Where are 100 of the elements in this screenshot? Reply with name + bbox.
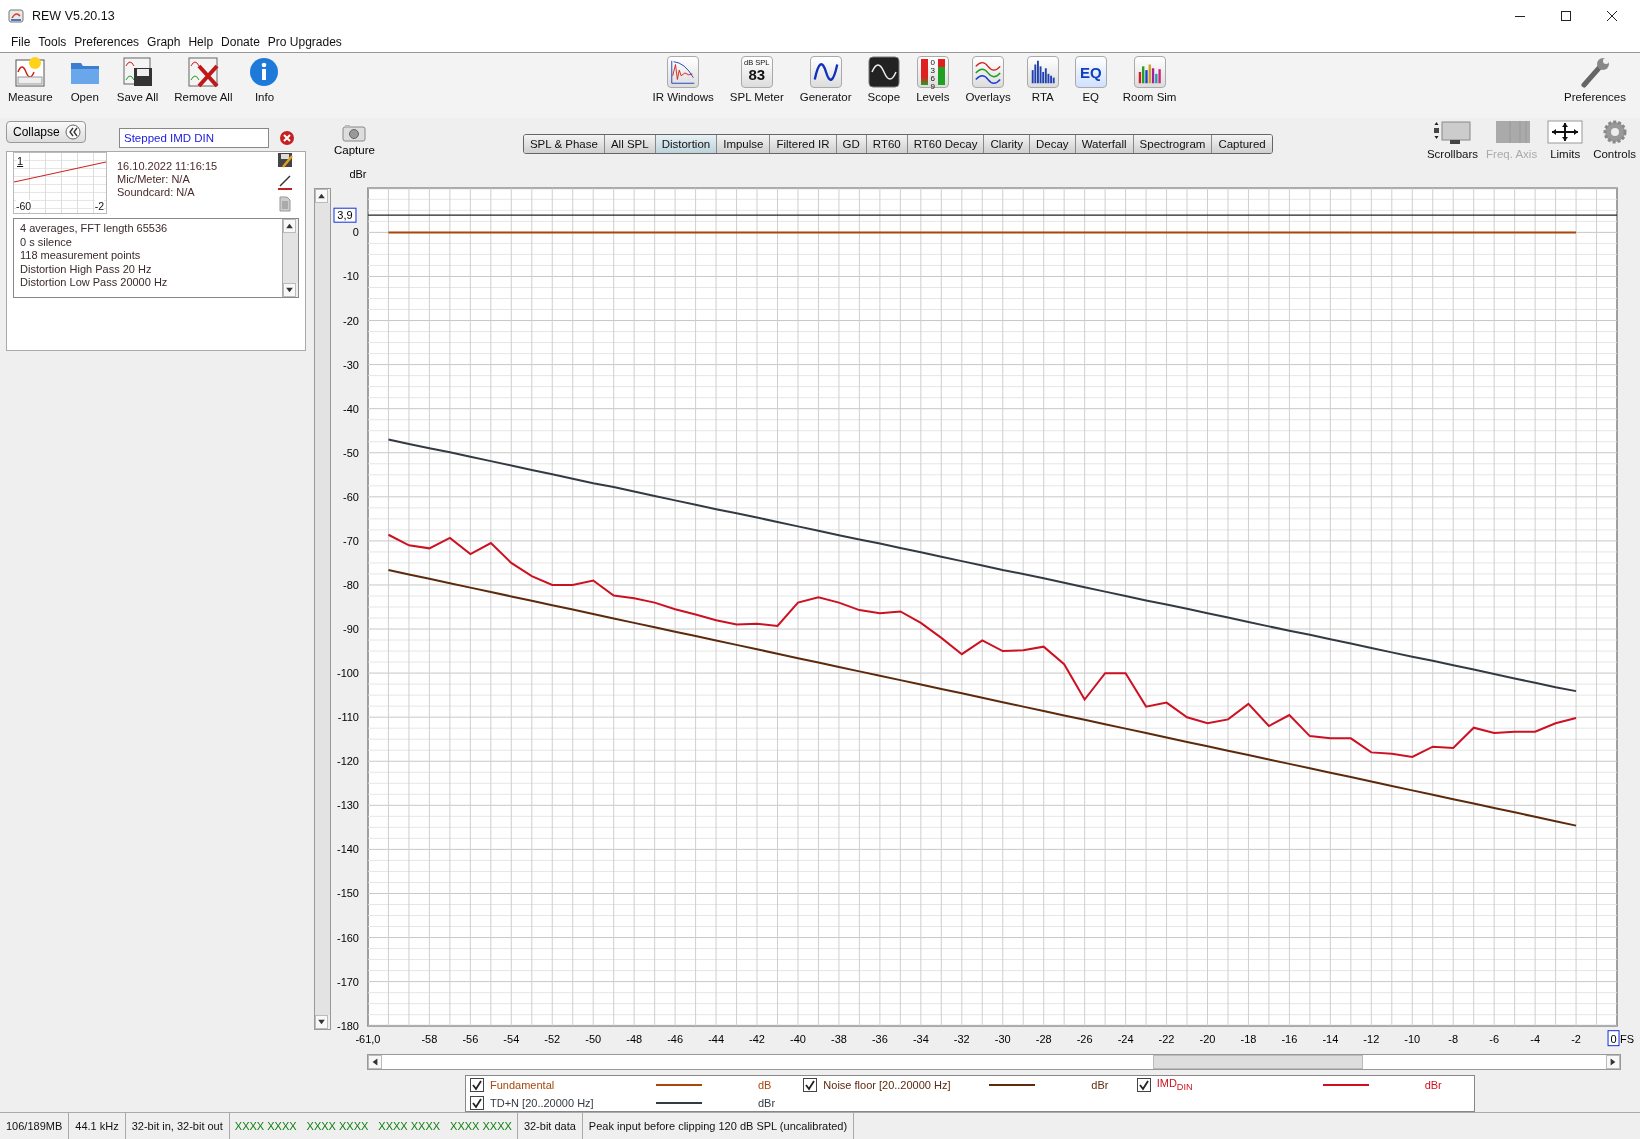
tick-label: -60 [343, 490, 359, 503]
toolbar-button[interactable]: RTA [1018, 56, 1067, 103]
tick-label: -150 [336, 887, 359, 900]
graph-tab[interactable]: Impulse [717, 135, 771, 153]
tick-label: -44 [708, 1032, 724, 1045]
checkbox[interactable] [803, 1077, 818, 1092]
tick-label: -42 [749, 1032, 765, 1045]
toolbar-button[interactable]: Measure [0, 56, 61, 103]
menu-item[interactable]: Pro Upgrades [267, 34, 342, 49]
note-line: 118 measurement points [20, 249, 142, 261]
tick-label: -50 [343, 446, 359, 459]
measurement-name-field[interactable]: Stepped IMD DIN [119, 128, 269, 148]
note-line: 4 averages, FFT length 65536 [20, 222, 169, 234]
menu-item[interactable]: Donate [221, 34, 260, 49]
sine-wave-icon [809, 56, 842, 88]
toolbar-button[interactable]: Preferences [1556, 56, 1634, 103]
tick-label: -140 [336, 843, 359, 856]
axis-label: -2 [94, 200, 104, 212]
toolbar-button[interactable]: Info [240, 56, 289, 103]
tick-label: -14 [1322, 1032, 1339, 1045]
status-field: 106/189MB [0, 1113, 70, 1139]
menu-item[interactable]: Help [188, 34, 214, 49]
toolbar-button[interactable]: Save All [108, 56, 167, 103]
legend-label: Fundamental [490, 1078, 556, 1091]
tick-label: -120 [336, 755, 359, 767]
capture-button[interactable]: Capture [334, 124, 375, 156]
tick-label: -170 [336, 975, 359, 988]
menu-item[interactable]: Tools [38, 34, 67, 49]
close-icon[interactable] [1606, 9, 1618, 22]
graph-tab[interactable]: RT60 Decay [907, 135, 985, 153]
graph-tab[interactable]: Waterfall [1075, 135, 1134, 153]
graph-tab[interactable]: All SPL [604, 135, 656, 153]
eq-icon: EQ [1074, 56, 1107, 88]
axis-label: -60 [16, 200, 32, 212]
toolbar-button[interactable]: Overlays [957, 56, 1019, 103]
checkbox[interactable] [470, 1077, 484, 1092]
graph-tab[interactable]: Decay [1030, 135, 1076, 153]
tick-label: -130 [336, 799, 359, 812]
graph-tab[interactable]: Filtered IR [770, 135, 837, 153]
tick-label: -20 [1199, 1032, 1216, 1045]
tick-label: -70 [343, 534, 359, 547]
menu-item[interactable]: File [11, 34, 31, 49]
graph-tool-button[interactable]: Scrollbars [1422, 120, 1483, 160]
impulse-graph-icon [667, 56, 700, 88]
status-field: 32-bit data [516, 1113, 583, 1139]
tick-label: -30 [343, 358, 359, 371]
cursor-value: 0 [1607, 1029, 1620, 1046]
toolbar-button[interactable]: Generator [791, 56, 860, 103]
maximize-icon[interactable] [1560, 9, 1572, 22]
window-title: REW V5.20.13 [32, 8, 115, 23]
double-chevron-icon [64, 124, 81, 140]
graph-tool-button[interactable]: Limits [1541, 120, 1590, 160]
tick-label: -26 [1076, 1032, 1093, 1045]
pen-icon[interactable] [277, 174, 293, 190]
tick-label: -36 [871, 1032, 888, 1045]
menu-item[interactable]: Preferences [74, 34, 140, 49]
checkbox[interactable] [470, 1096, 484, 1111]
toolbar-button[interactable]: Remove All [166, 56, 241, 103]
unit-label: dB [758, 1078, 772, 1091]
graph-tab[interactable]: Spectrogram [1133, 135, 1213, 153]
note-line: Distortion High Pass 20 Hz [20, 262, 153, 275]
tick-label: -10 [343, 270, 359, 283]
document-cross-icon [187, 56, 220, 88]
graph-tab[interactable]: Distortion [655, 135, 718, 153]
unit-label: dBr [758, 1097, 776, 1110]
checkbox[interactable] [1136, 1077, 1151, 1092]
tick-label: -80 [343, 578, 359, 591]
toolbar-button[interactable]: Open [60, 56, 109, 103]
graph-tab[interactable]: Clarity [984, 135, 1030, 153]
vertical-scrollbar[interactable] [314, 187, 331, 1030]
graph-tool-button[interactable]: Controls [1589, 120, 1640, 160]
tick-label: -28 [1035, 1032, 1052, 1045]
bar-graph-icon [1026, 56, 1059, 88]
tick-label: -46 [667, 1032, 684, 1045]
graph-tab[interactable]: SPL & Phase [523, 135, 605, 153]
tick-label: -40 [790, 1032, 806, 1045]
toolbar-button[interactable]: 0 3 6 9 Levels [908, 56, 958, 103]
tick-label: -160 [336, 931, 359, 944]
tick-label: -52 [544, 1032, 561, 1045]
status-field: 32-bit in, 32-bit out [125, 1113, 230, 1139]
legend-label: TD+N [20..20000 Hz] [490, 1097, 595, 1110]
note-line: Distortion Low Pass 20000 Hz [20, 276, 169, 288]
tick-label: -24 [1117, 1032, 1134, 1045]
collapse-button[interactable]: Collapse [6, 121, 86, 143]
toolbar-button[interactable]: Scope [859, 56, 909, 103]
tick-label: -10 [1404, 1032, 1421, 1045]
graph-tab[interactable]: GD [836, 135, 867, 153]
unit-label: dBr [1424, 1078, 1442, 1091]
horizontal-scrollbar[interactable] [367, 1053, 1621, 1071]
graph-tab[interactable]: RT60 [866, 135, 908, 153]
tick-label: -100 [336, 666, 359, 679]
tick-label: -40 [343, 402, 359, 415]
tick-label: -34 [912, 1032, 929, 1045]
toolbar-button[interactable]: Room Sim [1114, 56, 1185, 103]
graph-tab[interactable]: Captured [1212, 135, 1272, 153]
menu-item[interactable]: Graph [147, 34, 181, 49]
toolbar-button[interactable]: EQ EQ [1066, 56, 1115, 103]
floppy-pen-icon[interactable] [277, 152, 293, 168]
toolbar-button[interactable]: IR Windows [644, 56, 722, 103]
scrollbar[interactable] [282, 219, 298, 297]
